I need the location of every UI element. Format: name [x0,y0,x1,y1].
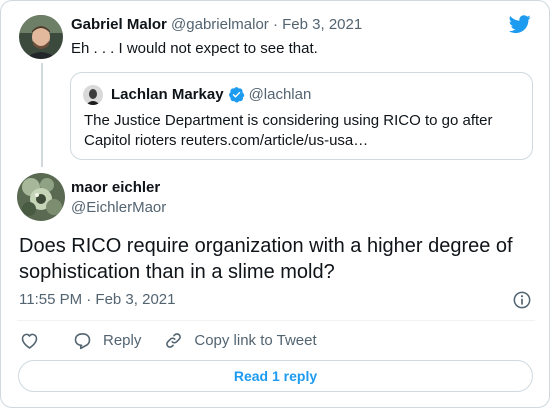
quoted-text-line: Capitol rioters reuters.com/article/us-u… [84,132,369,149]
separator-dot: · [268,16,283,33]
tweet-embed-card: Gabriel Malor @gabrielmalor · Feb 3, 202… [0,0,550,408]
reply-button[interactable]: Reply [72,330,141,351]
link-icon [166,332,182,348]
parent-author-avatar[interactable] [19,15,63,59]
divider [17,320,535,321]
main-text-line: Does RICO require organization with a hi… [19,235,513,257]
tweet-timestamp[interactable]: 11:55 PM · Feb 3, 2021 [19,291,175,308]
quoted-author-name: Lachlan Markay [111,86,224,103]
parent-author-handle[interactable]: @gabrielmalor [171,16,269,33]
parent-author-name[interactable]: Gabriel Malor [71,16,167,33]
reply-label: Reply [103,331,142,349]
twitter-bird-icon[interactable] [507,13,533,35]
action-bar: Reply Copy link to Tweet [19,329,317,351]
parent-tweet-date[interactable]: Feb 3, 2021 [282,16,362,33]
quoted-author-handle: @lachlan [248,86,312,103]
quoted-author-line: Lachlan Markay @lachlan [111,86,311,103]
parent-tweet-text: Eh . . . I would not expect to see that. [71,40,318,57]
main-text-line: sophistication than in a slime mold? [19,261,335,283]
quoted-author-avatar [83,85,103,105]
thread-connector-line [41,63,43,167]
info-icon[interactable] [512,290,532,310]
quoted-tweet[interactable]: Lachlan Markay @lachlan The Justice Depa… [70,72,533,160]
main-author-handle[interactable]: @EichlerMaor [71,199,166,216]
parent-author-line: Gabriel Malor @gabrielmalor · Feb 3, 202… [71,16,362,33]
main-author-name[interactable]: maor eichler [71,179,160,196]
main-author-avatar[interactable] [17,173,65,221]
like-button[interactable] [19,330,40,351]
reply-icon [74,332,91,349]
quoted-text-line: The Justice Department is considering us… [84,112,493,129]
copy-link-button[interactable]: Copy link to Tweet [163,330,317,351]
quoted-tweet-text: The Justice Department is considering us… [84,111,524,151]
copy-link-label: Copy link to Tweet [194,331,317,349]
verified-badge-icon [228,87,244,103]
read-replies-button[interactable]: Read 1 reply [18,360,533,392]
main-tweet-text: Does RICO require organization with a hi… [19,233,539,285]
heart-icon [21,333,38,349]
